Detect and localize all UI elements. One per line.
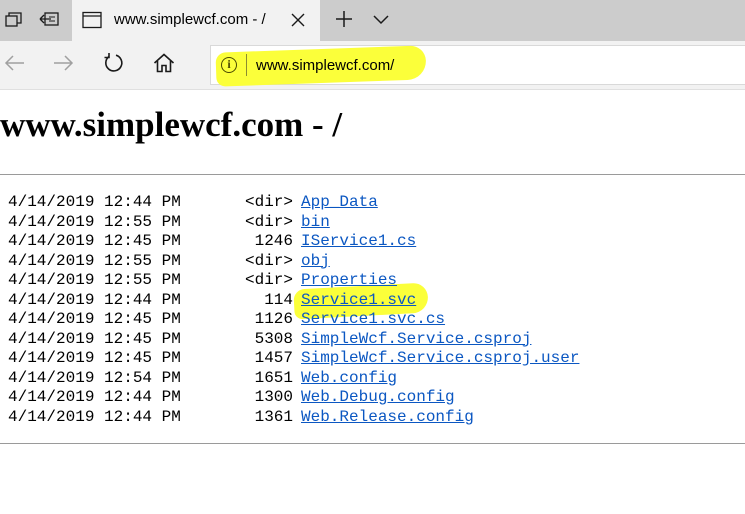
entry-size: 1457: [254, 349, 293, 367]
tab-strip: www.simplewcf.com - /: [0, 0, 745, 41]
close-tab-icon[interactable]: [290, 12, 306, 32]
page-title: www.simplewcf.com - /: [0, 105, 343, 144]
entry-size: <dir>: [244, 271, 293, 289]
page-icon: [82, 11, 102, 33]
entry-link[interactable]: Service1.svc: [301, 291, 416, 309]
set-tabs-aside-button[interactable]: [34, 0, 64, 41]
home-button[interactable]: [144, 41, 184, 89]
tab-preview-button[interactable]: [0, 0, 28, 41]
entry-link[interactable]: Web.Release.config: [301, 408, 474, 426]
entry-link[interactable]: SimpleWcf.Service.csproj: [301, 330, 531, 348]
new-tab-button[interactable]: [330, 0, 358, 41]
address-url[interactable]: www.simplewcf.com/: [256, 57, 394, 74]
active-tab[interactable]: www.simplewcf.com - /: [72, 0, 320, 41]
forward-button[interactable]: [44, 41, 84, 89]
back-icon: [3, 54, 25, 76]
forward-icon: [53, 54, 75, 76]
tab-preview-icon: [5, 10, 23, 32]
entry-link[interactable]: bin: [301, 213, 330, 231]
entry-size: <dir>: [244, 193, 293, 211]
entry-size: <dir>: [244, 212, 293, 231]
tab-list-chevron-icon: [372, 11, 390, 30]
set-tabs-aside-icon: [39, 10, 59, 32]
entry-size: 5308: [254, 329, 293, 348]
entry-size: 1246: [254, 232, 293, 250]
tab-title: www.simplewcf.com - /: [114, 11, 266, 28]
top-divider: [0, 174, 745, 175]
bottom-divider: [0, 443, 745, 444]
entry-link[interactable]: Service1.svc.cs: [301, 310, 445, 328]
entry-link[interactable]: Properties: [301, 271, 397, 289]
entry-size: 1300: [254, 388, 293, 406]
back-button[interactable]: [0, 41, 34, 89]
entry-size: 1651: [254, 368, 293, 387]
entry-link[interactable]: SimpleWcf.Service.csproj.user: [301, 349, 579, 367]
entry-link[interactable]: Web.config: [301, 369, 397, 387]
entry-size: 114: [264, 290, 293, 309]
entry-size: <dir>: [244, 251, 293, 270]
entry-link[interactable]: Web.Debug.config: [301, 388, 455, 406]
site-info-icon[interactable]: i: [221, 57, 237, 73]
entry-link[interactable]: IService1.cs: [301, 232, 416, 250]
entry-size: 1361: [254, 407, 293, 426]
home-icon: [153, 53, 175, 77]
entry-link[interactable]: obj: [301, 252, 330, 270]
tab-list-button[interactable]: [368, 0, 394, 41]
entry-size: 1126: [254, 310, 293, 328]
address-divider: [246, 54, 247, 76]
new-tab-icon: [334, 9, 354, 33]
entry-link[interactable]: App_Data: [301, 193, 378, 211]
refresh-button[interactable]: [94, 41, 134, 89]
refresh-icon: [103, 52, 125, 78]
